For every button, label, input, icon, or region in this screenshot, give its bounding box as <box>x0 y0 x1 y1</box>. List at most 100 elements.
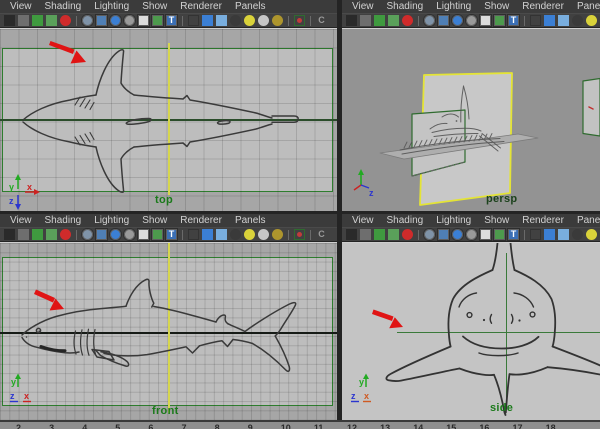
image-plane-icon[interactable] <box>388 229 399 240</box>
menu-shading[interactable]: Shading <box>45 215 82 226</box>
text-icon[interactable]: T <box>166 15 177 26</box>
render-ball-icon[interactable] <box>572 15 583 26</box>
menu-lighting[interactable]: Lighting <box>94 1 129 12</box>
shaded-sphere-icon[interactable] <box>452 229 463 240</box>
menu-renderer[interactable]: Renderer <box>522 215 564 226</box>
camera-select-icon[interactable] <box>360 15 371 26</box>
cube-blue-icon[interactable] <box>202 229 213 240</box>
text-icon[interactable]: T <box>166 229 177 240</box>
checker-icon[interactable] <box>480 15 491 26</box>
textured-icon[interactable] <box>494 15 505 26</box>
bookmark-icon[interactable] <box>374 229 385 240</box>
flat-sphere-icon[interactable] <box>466 15 477 26</box>
camera-select-icon[interactable] <box>18 15 29 26</box>
camera-icon[interactable] <box>4 15 15 26</box>
menu-view[interactable]: View <box>352 1 374 12</box>
light-yellow-icon[interactable] <box>586 229 597 240</box>
render-ball-icon[interactable] <box>572 229 583 240</box>
cube-blue-icon[interactable] <box>544 15 555 26</box>
wireframe-sphere-icon[interactable] <box>82 15 93 26</box>
viewport-divider-horizontal[interactable] <box>0 211 600 214</box>
menu-renderer[interactable]: Renderer <box>180 215 222 226</box>
shaded-sphere-icon[interactable] <box>452 15 463 26</box>
grease-pencil-icon[interactable]: C <box>316 229 327 240</box>
menu-renderer[interactable]: Renderer <box>522 1 564 12</box>
image-plane-icon[interactable] <box>388 15 399 26</box>
menu-show[interactable]: Show <box>142 215 167 226</box>
shaded-sphere-icon[interactable] <box>110 229 121 240</box>
cube-shaded-icon[interactable] <box>216 15 227 26</box>
pin-icon[interactable] <box>402 229 413 240</box>
film-gate-icon[interactable] <box>438 229 449 240</box>
textured-icon[interactable] <box>152 229 163 240</box>
checker-icon[interactable] <box>138 229 149 240</box>
menu-renderer[interactable]: Renderer <box>180 1 222 12</box>
isolate-select-icon[interactable] <box>294 229 305 240</box>
camera-icon[interactable] <box>346 229 357 240</box>
pin-icon[interactable] <box>60 15 71 26</box>
viewport-canvas-front[interactable]: y z x front <box>0 242 337 420</box>
menu-panels[interactable]: Panels <box>577 1 600 12</box>
light-gold-icon[interactable] <box>272 15 283 26</box>
light-yellow-icon[interactable] <box>586 15 597 26</box>
menu-show[interactable]: Show <box>484 1 509 12</box>
bookmark-icon[interactable] <box>32 229 43 240</box>
camera-select-icon[interactable] <box>360 229 371 240</box>
cube-outline-icon[interactable] <box>188 15 199 26</box>
cube-outline-icon[interactable] <box>530 15 541 26</box>
flat-sphere-icon[interactable] <box>466 229 477 240</box>
bookmark-icon[interactable] <box>32 15 43 26</box>
textured-icon[interactable] <box>152 15 163 26</box>
menu-shading[interactable]: Shading <box>387 215 424 226</box>
flat-sphere-icon[interactable] <box>124 229 135 240</box>
isolate-select-icon[interactable] <box>294 15 305 26</box>
viewport-divider-vertical[interactable] <box>337 0 342 420</box>
light-gray-icon[interactable] <box>258 15 269 26</box>
render-ball-icon[interactable] <box>230 229 241 240</box>
menu-lighting[interactable]: Lighting <box>436 215 471 226</box>
text-icon[interactable]: T <box>508 15 519 26</box>
light-yellow-icon[interactable] <box>244 229 255 240</box>
wireframe-sphere-icon[interactable] <box>424 15 435 26</box>
cube-outline-icon[interactable] <box>188 229 199 240</box>
wireframe-sphere-icon[interactable] <box>424 229 435 240</box>
menu-view[interactable]: View <box>10 215 32 226</box>
wireframe-sphere-icon[interactable] <box>82 229 93 240</box>
menu-panels[interactable]: Panels <box>235 1 266 12</box>
textured-icon[interactable] <box>494 229 505 240</box>
cube-shaded-icon[interactable] <box>216 229 227 240</box>
light-yellow-icon[interactable] <box>244 15 255 26</box>
time-slider[interactable]: 2 3 4 5 6 7 8 9 10 11 12 13 14 15 16 17 18 <box>0 420 600 429</box>
light-gray-icon[interactable] <box>258 229 269 240</box>
text-icon[interactable]: T <box>508 229 519 240</box>
menu-shading[interactable]: Shading <box>45 1 82 12</box>
cube-shaded-icon[interactable] <box>558 229 569 240</box>
viewport-canvas-persp[interactable]: z persp <box>342 28 600 211</box>
cube-shaded-icon[interactable] <box>558 15 569 26</box>
flat-sphere-icon[interactable] <box>124 15 135 26</box>
menu-panels[interactable]: Panels <box>577 215 600 226</box>
cube-outline-icon[interactable] <box>530 229 541 240</box>
light-gold-icon[interactable] <box>272 229 283 240</box>
image-plane-icon[interactable] <box>46 229 57 240</box>
menu-lighting[interactable]: Lighting <box>436 1 471 12</box>
checker-icon[interactable] <box>138 15 149 26</box>
camera-icon[interactable] <box>4 229 15 240</box>
cube-blue-icon[interactable] <box>202 15 213 26</box>
menu-show[interactable]: Show <box>484 215 509 226</box>
grease-pencil-icon[interactable]: C <box>316 15 327 26</box>
shaded-sphere-icon[interactable] <box>110 15 121 26</box>
bookmark-icon[interactable] <box>374 15 385 26</box>
pin-icon[interactable] <box>60 229 71 240</box>
menu-show[interactable]: Show <box>142 1 167 12</box>
film-gate-icon[interactable] <box>96 229 107 240</box>
menu-panels[interactable]: Panels <box>235 215 266 226</box>
viewport-canvas-side[interactable]: y z x side <box>342 242 600 420</box>
checker-icon[interactable] <box>480 229 491 240</box>
image-plane-icon[interactable] <box>46 15 57 26</box>
menu-lighting[interactable]: Lighting <box>94 215 129 226</box>
render-ball-icon[interactable] <box>230 15 241 26</box>
film-gate-icon[interactable] <box>96 15 107 26</box>
menu-view[interactable]: View <box>10 1 32 12</box>
menu-view[interactable]: View <box>352 215 374 226</box>
